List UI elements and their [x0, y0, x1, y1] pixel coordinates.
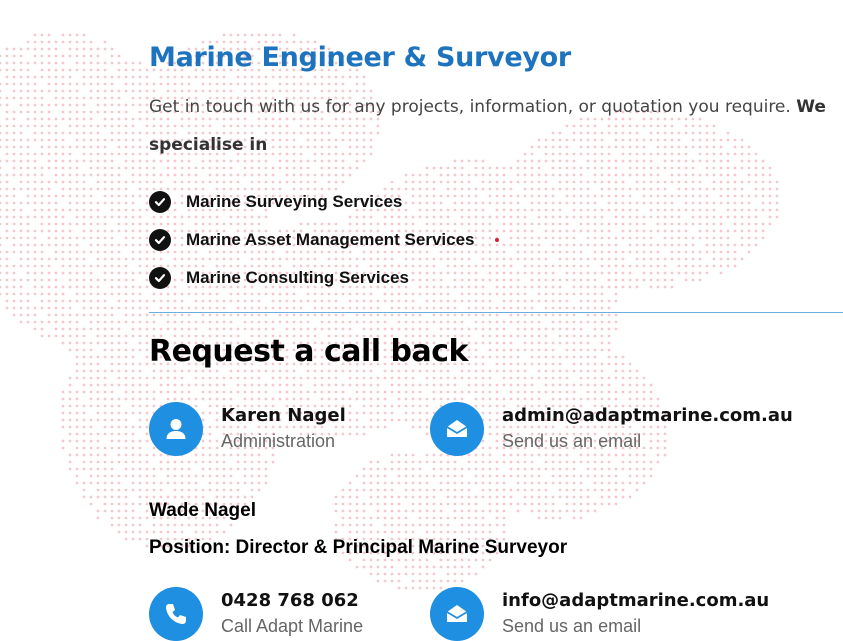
decorative-dot	[494, 238, 499, 242]
email-label: Send us an email	[502, 431, 642, 451]
service-item: Marine Surveying Services	[149, 183, 499, 221]
contact-role: Administration	[221, 431, 336, 451]
service-label: Marine Surveying Services	[186, 192, 403, 211]
contact-info-email[interactable]: info@adaptmarine.com.au Send us an email	[430, 587, 769, 641]
email-label: Send us an email	[502, 616, 642, 636]
section-divider	[149, 312, 843, 313]
contact-phone[interactable]: 0428 768 062 Call Adapt Marine	[149, 587, 363, 641]
phone-icon	[149, 587, 203, 641]
contact-admin-email[interactable]: admin@adaptmarine.com.au Send us an emai…	[430, 402, 793, 456]
contact-admin: Karen Nagel Administration	[149, 402, 346, 456]
intro-paragraph: Get in touch with us for any projects, i…	[149, 88, 829, 164]
phone-number[interactable]: 0428 768 062	[221, 589, 363, 613]
service-item: Marine Consulting Services	[149, 259, 499, 297]
email-link[interactable]: admin@adaptmarine.com.au	[502, 404, 793, 428]
intro-text: Get in touch with us for any projects, i…	[149, 97, 791, 117]
director-name: Wade Nagel	[149, 500, 256, 521]
services-list: Marine Surveying Services Marine Asset M…	[149, 183, 499, 297]
page-heading: Marine Engineer & Surveyor	[149, 42, 571, 73]
contact-name: Karen Nagel	[221, 405, 346, 426]
user-icon	[149, 402, 203, 456]
callback-heading: Request a call back	[149, 334, 468, 369]
envelope-icon	[430, 402, 484, 456]
service-label: Marine Asset Management Services	[186, 230, 475, 249]
email-link[interactable]: info@adaptmarine.com.au	[502, 589, 769, 613]
check-circle-icon	[149, 191, 171, 213]
service-label: Marine Consulting Services	[186, 268, 409, 287]
director-position: Position: Director & Principal Marine Su…	[149, 537, 568, 558]
check-circle-icon	[149, 229, 171, 251]
check-circle-icon	[149, 267, 171, 289]
envelope-icon	[430, 587, 484, 641]
service-item: Marine Asset Management Services	[149, 221, 499, 259]
phone-label: Call Adapt Marine	[221, 616, 364, 636]
